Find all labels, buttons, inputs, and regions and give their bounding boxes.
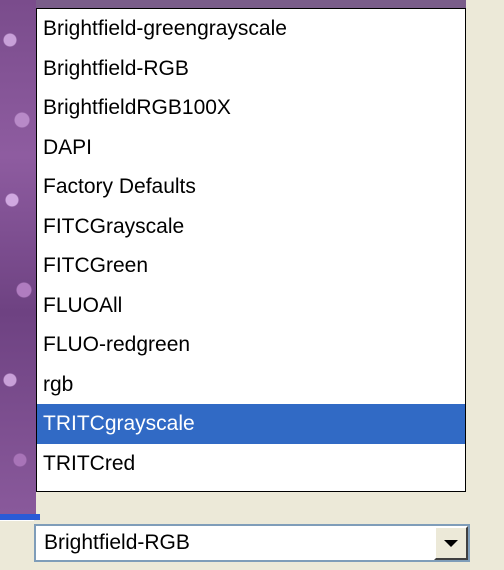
background-image-strip <box>36 0 466 8</box>
list-item[interactable]: Factory Defaults <box>37 167 465 207</box>
list-item[interactable]: FITCGrayscale <box>37 207 465 247</box>
list-item-selected[interactable]: TRITCgrayscale <box>37 404 465 444</box>
list-item[interactable]: FLUO-redgreen <box>37 325 465 365</box>
background-image <box>0 0 36 520</box>
list-item[interactable]: BrightfieldRGB100X <box>37 88 465 128</box>
list-item[interactable]: DAPI <box>37 128 465 168</box>
window-background <box>466 0 504 520</box>
list-item[interactable]: FLUOAll <box>37 286 465 326</box>
list-item[interactable]: FITCGreen <box>37 246 465 286</box>
dropdown-list[interactable]: Brightfield-greengrayscale Brightfield-R… <box>36 8 466 492</box>
combobox-dropdown-button[interactable] <box>434 526 468 560</box>
window-frame <box>0 520 34 570</box>
chevron-down-icon <box>444 540 458 547</box>
list-item[interactable]: Brightfield-greengrayscale <box>37 9 465 49</box>
list-item[interactable]: TRITCred <box>37 444 465 484</box>
profile-combobox[interactable]: Brightfield-RGB <box>34 524 470 562</box>
list-item[interactable]: rgb <box>37 365 465 405</box>
list-item[interactable]: Brightfield-RGB <box>37 49 465 89</box>
combobox-value: Brightfield-RGB <box>44 531 190 554</box>
